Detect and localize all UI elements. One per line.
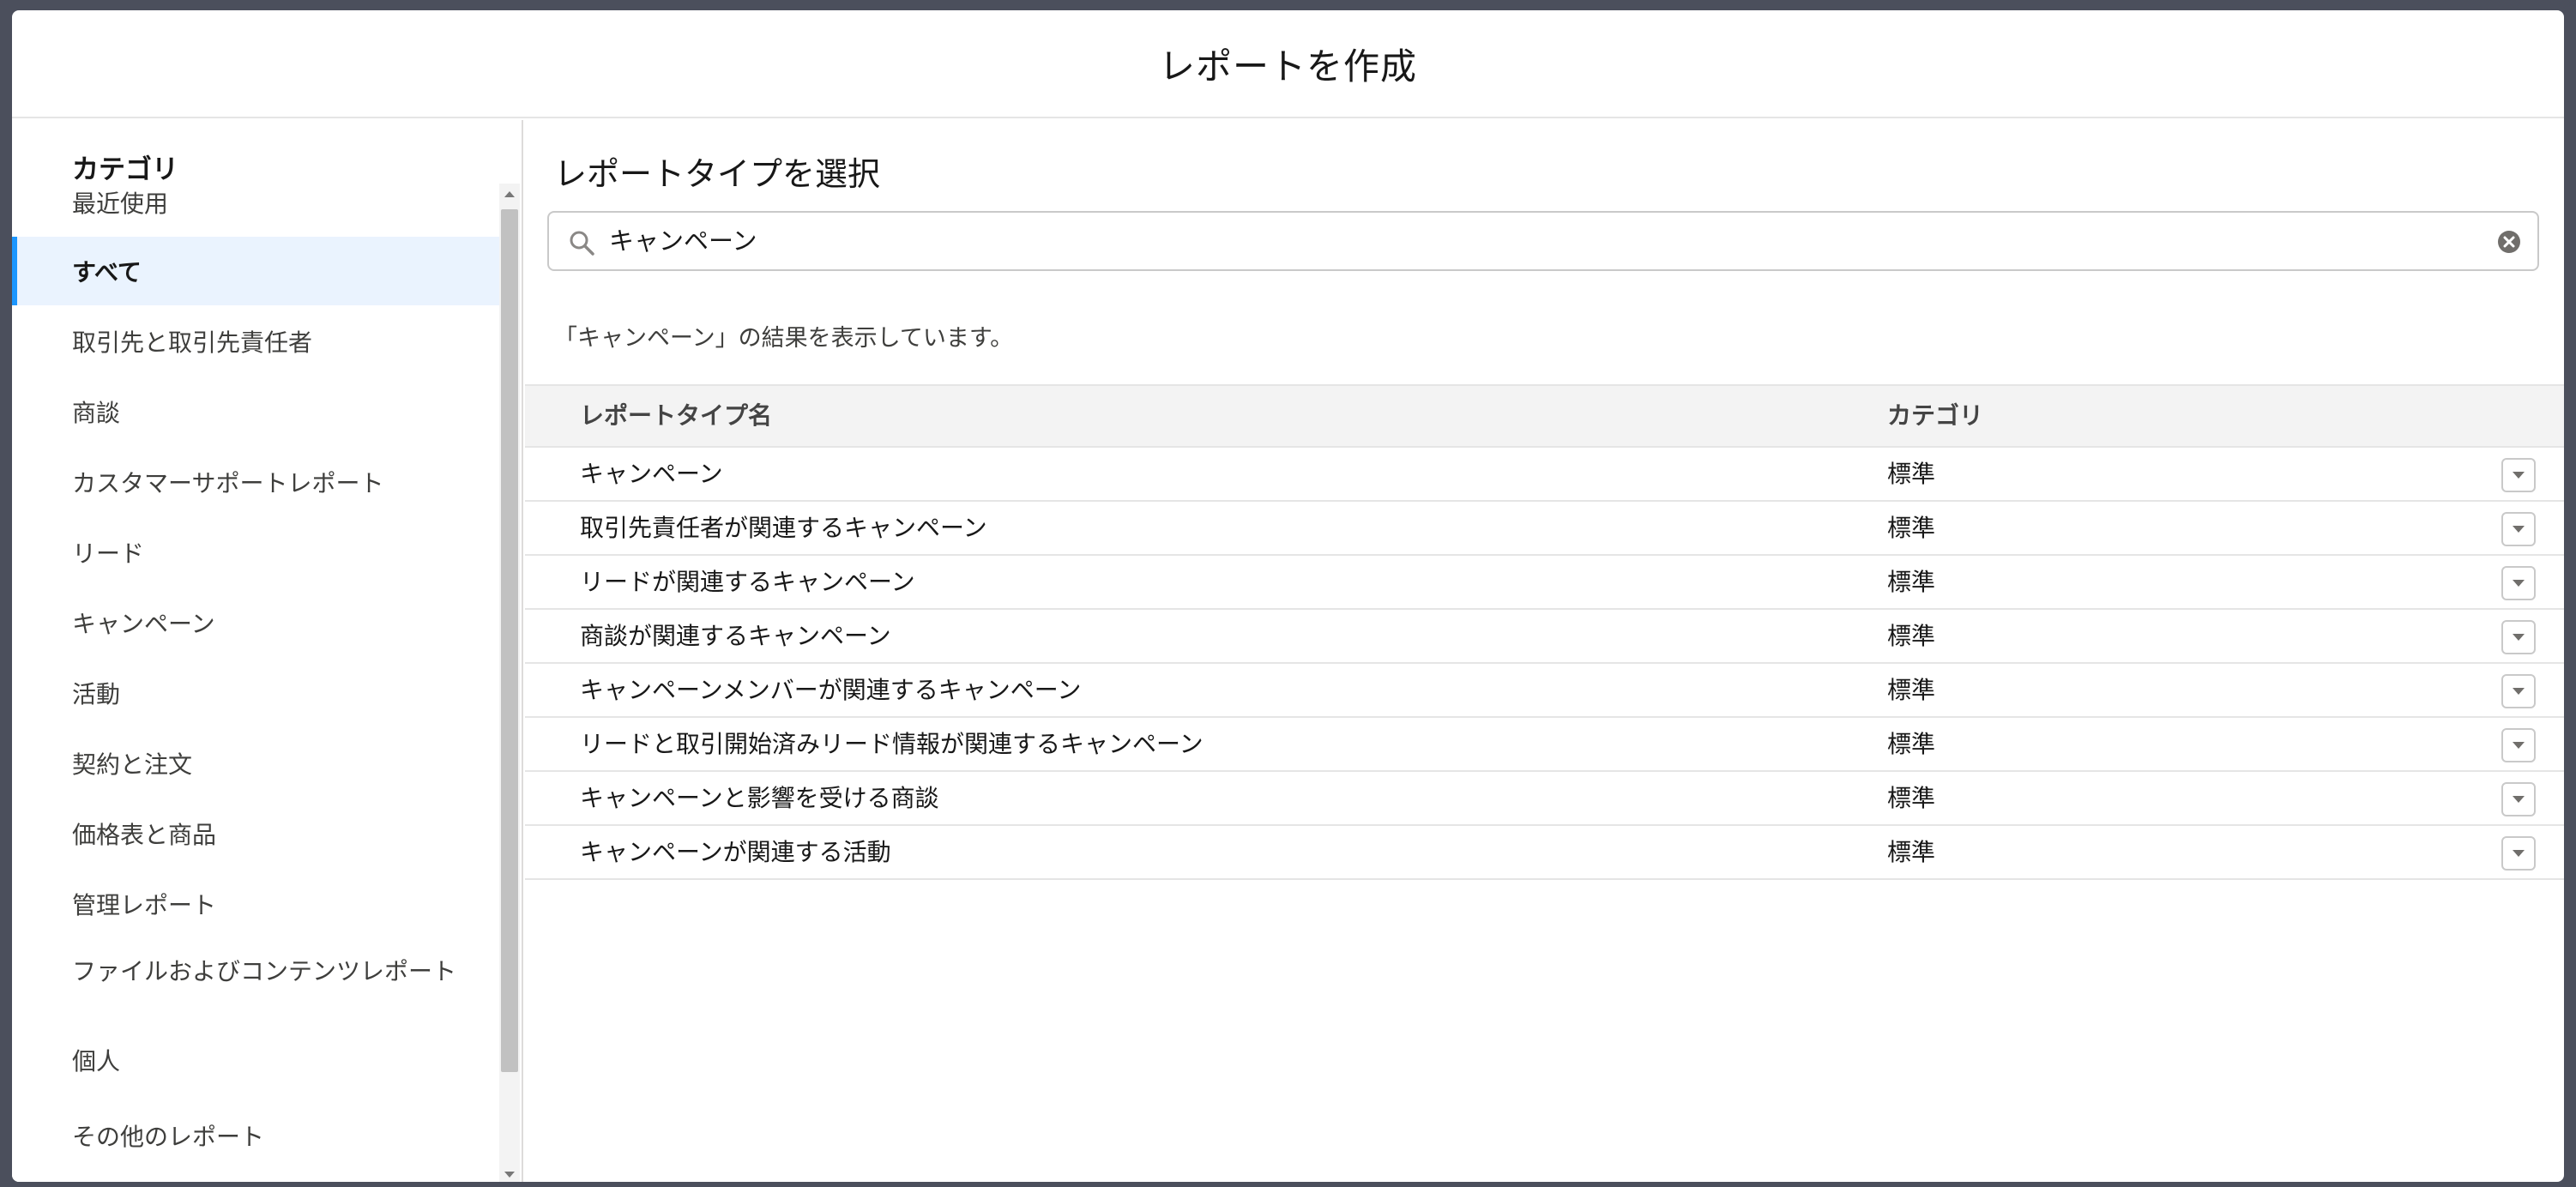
table-row[interactable]: キャンペーンが関連する活動 標準 xyxy=(525,826,2564,880)
sidebar-item-recent[interactable]: 最近使用 xyxy=(12,168,499,237)
report-type-name[interactable]: 取引先責任者が関連するキャンペーン xyxy=(580,502,987,554)
report-type-category: 標準 xyxy=(1887,784,1936,812)
table-row[interactable]: 商談が関連するキャンペーン 標準 xyxy=(525,610,2564,664)
row-actions-button[interactable] xyxy=(2501,458,2536,492)
table-row[interactable]: キャンペーンと影響を受ける商談 標準 xyxy=(525,772,2564,826)
report-type-name[interactable]: キャンペーンが関連する活動 xyxy=(580,826,891,878)
row-actions-button[interactable] xyxy=(2501,512,2536,546)
result-message: 「キャンペーン」の結果を表示しています。 xyxy=(554,325,1014,352)
row-actions-button[interactable] xyxy=(2501,620,2536,654)
report-type-search[interactable] xyxy=(547,211,2539,271)
row-actions-button[interactable] xyxy=(2501,566,2536,600)
report-type-name[interactable]: キャンペーンと影響を受ける商談 xyxy=(580,772,939,824)
main-panel: レポートタイプを選択 「キャンペーン」の結果を表示しています。 レポートタ xyxy=(525,120,2564,1182)
sidebar-item-opportunities[interactable]: 商談 xyxy=(12,377,499,446)
chevron-down-icon xyxy=(2513,634,2525,641)
chevron-down-icon xyxy=(2513,580,2525,587)
modal-title: レポートを作成 xyxy=(1158,45,1417,87)
create-report-modal: レポートを作成 カテゴリ 最近使用 すべて 取引先と取引先責任者 商談 カスタマ… xyxy=(12,10,2564,1182)
category-sidebar: カテゴリ 最近使用 すべて 取引先と取引先責任者 商談 カスタマーサポートレポー… xyxy=(12,120,523,1182)
report-type-category: 標準 xyxy=(1887,622,1936,650)
table-row[interactable]: キャンペーンメンバーが関連するキャンペーン 標準 xyxy=(525,664,2564,718)
sidebar-item-campaigns[interactable]: キャンペーン xyxy=(12,588,499,657)
scrollbar-thumb[interactable] xyxy=(501,209,518,1072)
select-report-type-title: レポートタイプを選択 xyxy=(554,155,881,193)
sidebar-item-other-reports[interactable]: その他のレポート xyxy=(12,1101,499,1170)
table-header: レポートタイプ名 カテゴリ xyxy=(525,384,2564,448)
report-type-category: 標準 xyxy=(1887,460,1936,488)
row-actions-button[interactable] xyxy=(2501,674,2536,708)
chevron-down-icon xyxy=(2513,850,2525,857)
search-input[interactable] xyxy=(609,213,2410,269)
sidebar-item-accounts-contacts[interactable]: 取引先と取引先責任者 xyxy=(12,307,499,376)
sidebar-scrollbar[interactable] xyxy=(499,184,520,1182)
column-header-name[interactable]: レポートタイプ名 xyxy=(580,386,772,446)
sidebar-item-files-content[interactable]: ファイルおよびコンテンツレポート xyxy=(12,938,458,1024)
table-row[interactable]: リードが関連するキャンペーン 標準 xyxy=(525,556,2564,610)
row-actions-button[interactable] xyxy=(2501,836,2536,871)
sidebar-item-contracts-orders[interactable]: 契約と注文 xyxy=(12,729,499,798)
column-header-category[interactable]: カテゴリ xyxy=(1887,386,1983,446)
report-type-category: 標準 xyxy=(1887,730,1936,758)
row-actions-button[interactable] xyxy=(2501,782,2536,816)
sidebar-item-all[interactable]: すべて xyxy=(12,237,499,305)
sidebar-item-admin-reports[interactable]: 管理レポート xyxy=(12,870,499,938)
report-type-name[interactable]: リードが関連するキャンペーン xyxy=(580,556,915,608)
report-type-name[interactable]: キャンペーン xyxy=(580,448,723,500)
sidebar-item-leads[interactable]: リード xyxy=(12,518,499,587)
table-row[interactable]: リードと取引開始済みリード情報が関連するキャンペーン 標準 xyxy=(525,718,2564,772)
clear-icon[interactable] xyxy=(2496,229,2522,255)
chevron-down-icon xyxy=(2513,796,2525,803)
scroll-up-arrow-icon[interactable] xyxy=(499,184,520,204)
sidebar-item-activities[interactable]: 活動 xyxy=(12,659,499,727)
sidebar-item-customer-support[interactable]: カスタマーサポートレポート xyxy=(12,448,499,516)
report-type-name[interactable]: キャンペーンメンバーが関連するキャンペーン xyxy=(580,664,1081,716)
modal-header: レポートを作成 xyxy=(12,10,2564,118)
report-type-name[interactable]: リードと取引開始済みリード情報が関連するキャンペーン xyxy=(580,718,1204,770)
sidebar-item-personal[interactable]: 個人 xyxy=(12,1026,499,1094)
sidebar-item-pricebooks-products[interactable]: 価格表と商品 xyxy=(12,799,499,868)
report-type-category: 標準 xyxy=(1887,676,1936,704)
report-type-category: 標準 xyxy=(1887,838,1936,866)
report-type-name[interactable]: 商談が関連するキャンペーン xyxy=(580,610,891,662)
chevron-down-icon xyxy=(2513,688,2525,695)
report-type-category: 標準 xyxy=(1887,514,1936,542)
chevron-down-icon xyxy=(2513,472,2525,479)
table-row[interactable]: 取引先責任者が関連するキャンペーン 標準 xyxy=(525,502,2564,556)
scroll-down-arrow-icon[interactable] xyxy=(499,1165,520,1182)
search-icon xyxy=(568,229,595,256)
chevron-down-icon xyxy=(2513,526,2525,533)
row-actions-button[interactable] xyxy=(2501,728,2536,762)
table-row[interactable]: キャンペーン 標準 xyxy=(525,448,2564,502)
chevron-down-icon xyxy=(2513,742,2525,749)
report-type-category: 標準 xyxy=(1887,568,1936,596)
